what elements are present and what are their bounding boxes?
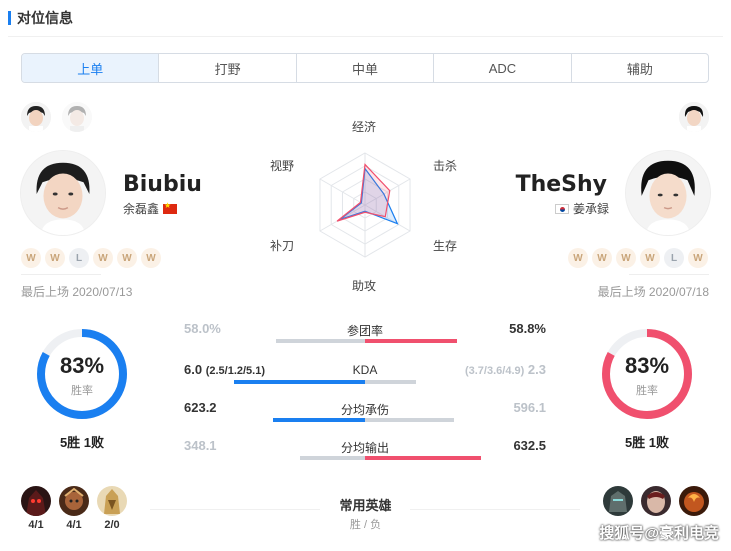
left-recent-results: W W L W W W xyxy=(21,248,161,268)
result-badge: L xyxy=(69,248,89,268)
left-player-name: Biubiu xyxy=(123,172,202,197)
hero-dark-icon[interactable] xyxy=(21,486,51,516)
kda-right-main: 2.3 xyxy=(527,362,546,377)
stat-left-bar xyxy=(273,418,365,422)
result-badge: L xyxy=(664,248,684,268)
result-badge: W xyxy=(21,248,41,268)
hero-gold-icon[interactable] xyxy=(97,486,127,516)
radar-label-kills: 击杀 xyxy=(433,159,458,173)
stat-left-bar xyxy=(276,339,365,343)
right-win-rate: 83% xyxy=(624,353,670,378)
right-record: 5胜 1败 xyxy=(624,435,670,450)
result-badge: W xyxy=(592,248,612,268)
stat-right-value: 58.8% xyxy=(509,321,546,336)
left-win-rate-label: 胜率 xyxy=(71,385,93,397)
left-last-played: 最后上场 2020/07/13 xyxy=(21,285,133,299)
left-player-real-name: 余磊鑫 xyxy=(123,200,178,217)
tab-top[interactable]: 上单 xyxy=(22,54,160,82)
hero-score: 4/1 xyxy=(66,519,82,531)
hero-armor-icon[interactable] xyxy=(603,486,633,516)
hero-warrior-icon[interactable] xyxy=(59,486,89,516)
tab-support[interactable]: 辅助 xyxy=(572,54,708,82)
hero-fire-icon[interactable] xyxy=(679,486,709,516)
result-badge: W xyxy=(45,248,65,268)
right-last-played: 最后上场 2020/07/18 xyxy=(597,285,709,299)
left-real-name-text: 余磊鑫 xyxy=(123,202,160,216)
stat-right-bar xyxy=(365,339,457,343)
results-divider xyxy=(21,274,101,275)
stat-row-damage-taken: 623.2 分均承伤 596.1 xyxy=(184,399,546,429)
stat-label: 分均承伤 xyxy=(340,403,389,417)
stat-left-bar xyxy=(300,456,365,460)
right-win-rate-label: 胜率 xyxy=(636,385,658,397)
section-title-text: 对位信息 xyxy=(17,10,73,26)
position-tabs: 上单 打野 中单 ADC 辅助 xyxy=(21,53,709,83)
player-switch-avatar[interactable] xyxy=(21,102,51,132)
title-accent-bar xyxy=(8,11,11,25)
stat-left-bar xyxy=(234,380,365,384)
tab-jungle[interactable]: 打野 xyxy=(159,54,297,82)
left-record: 5胜 1败 xyxy=(59,435,105,450)
watermark: 搜狐号@豪利电竞 xyxy=(599,525,719,542)
hero-score: 4/1 xyxy=(28,519,44,531)
radar-label-cs: 补刀 xyxy=(270,239,295,253)
kda-right-detail: (3.7/3.6/4.9) xyxy=(464,365,525,377)
result-badge: W xyxy=(117,248,137,268)
right-player-name: TheShy xyxy=(515,172,607,197)
result-badge: W xyxy=(688,248,708,268)
result-badge: W xyxy=(141,248,161,268)
player-switch-avatar[interactable] xyxy=(62,102,92,132)
stat-right-bar xyxy=(365,418,454,422)
hero-score: 2/0 xyxy=(104,519,120,531)
result-badge: W xyxy=(93,248,113,268)
stat-right-value: 632.5 xyxy=(513,438,546,453)
right-radar-polygon xyxy=(336,163,391,222)
title-divider xyxy=(8,36,723,37)
stat-row-teamfight: 58.0% 参团率 58.8% xyxy=(184,320,546,350)
radar-label-survival: 生存 xyxy=(433,239,458,253)
right-real-name-text: 姜承録 xyxy=(572,202,609,216)
stat-row-kda: 6.0 (2.5/1.2/5.1) KDA (3.7/3.6/4.9) 2.3 xyxy=(184,361,546,391)
right-recent-results: W W W W L W xyxy=(568,248,708,268)
stat-right-value: (3.7/3.6/4.9) 2.3 xyxy=(465,362,546,377)
left-win-rate: 83% xyxy=(59,353,105,378)
hero-mask-icon[interactable] xyxy=(641,486,671,516)
stat-right-value: 596.1 xyxy=(513,400,546,415)
stat-label: 分均输出 xyxy=(340,441,389,455)
result-badge: W xyxy=(568,248,588,268)
korea-flag-icon xyxy=(554,203,569,214)
right-player-real-name: 姜承録 xyxy=(554,200,609,217)
result-badge: W xyxy=(616,248,636,268)
radar-label-economy: 经济 xyxy=(352,120,377,134)
radar-label-vision: 视野 xyxy=(270,159,295,173)
right-player-avatar xyxy=(625,150,711,236)
stat-row-damage-dealt: 348.1 分均输出 632.5 xyxy=(184,437,546,467)
player-switch-avatar[interactable] xyxy=(679,102,709,132)
china-flag-icon xyxy=(163,201,178,214)
radar-chart xyxy=(319,152,411,258)
stat-right-bar xyxy=(365,456,481,460)
left-player-avatar xyxy=(20,150,106,236)
section-title: 对位信息 xyxy=(8,8,73,28)
tab-adc[interactable]: ADC xyxy=(434,54,572,82)
result-badge: W xyxy=(640,248,660,268)
stat-right-bar xyxy=(365,380,416,384)
tab-mid[interactable]: 中单 xyxy=(297,54,435,82)
stat-label: 参团率 xyxy=(346,324,383,338)
results-divider xyxy=(629,274,709,275)
radar-label-assists: 助攻 xyxy=(352,279,377,293)
